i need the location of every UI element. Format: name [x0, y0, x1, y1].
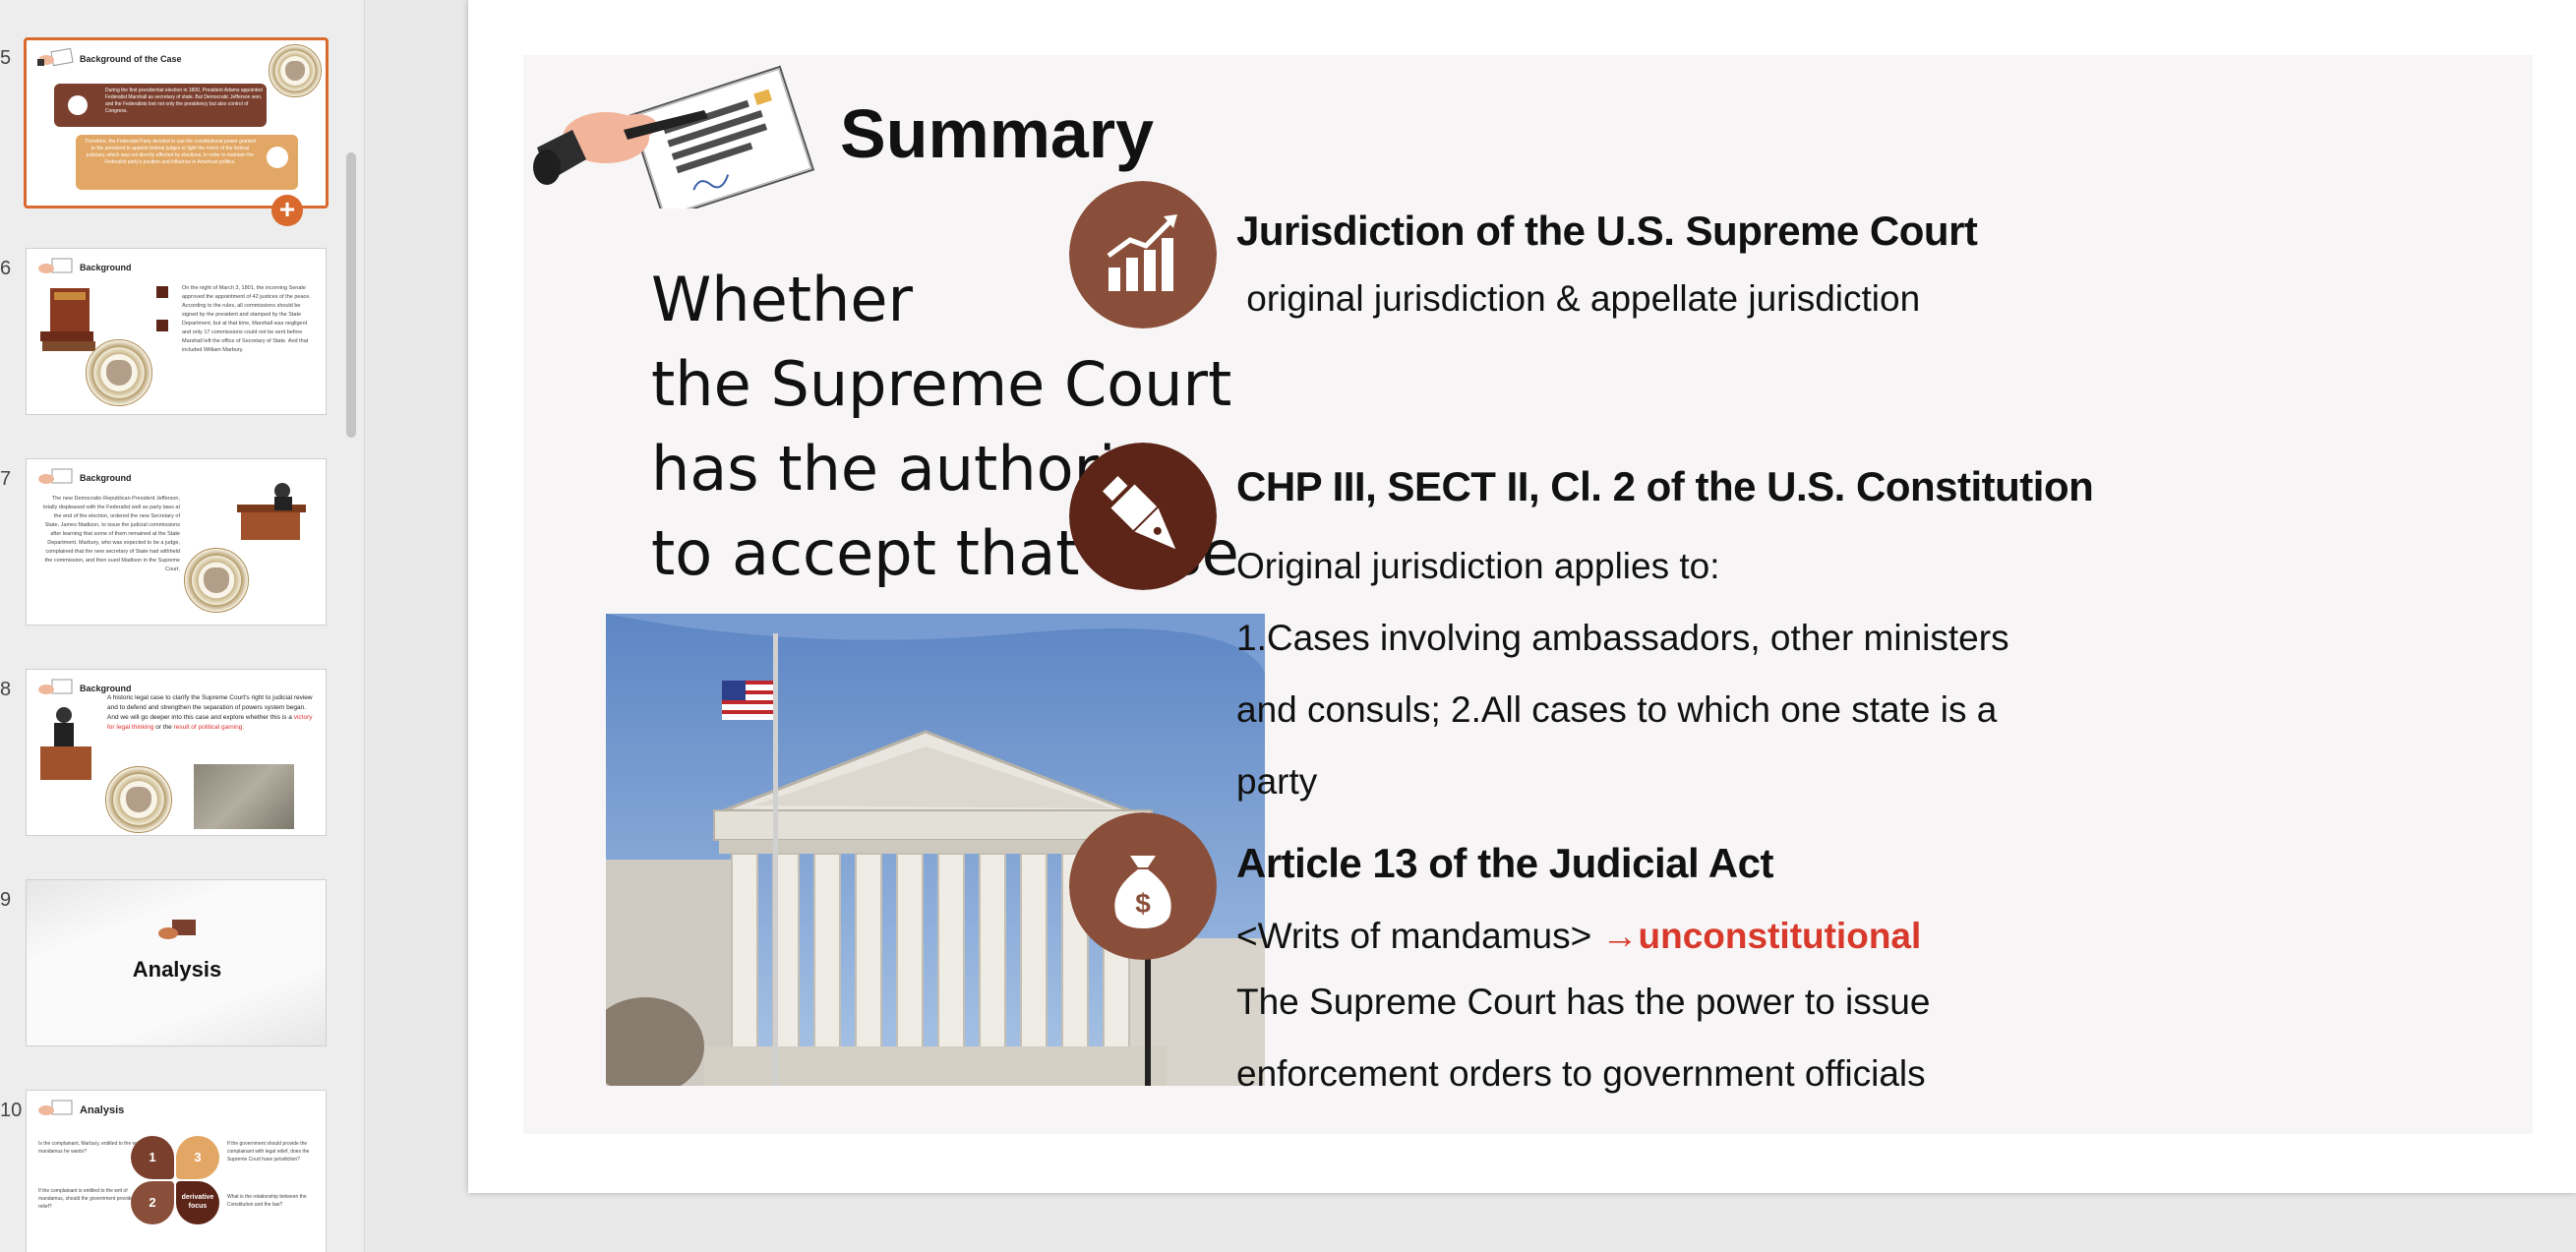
- text-box-orange: Therefore, the Federalist Party decided …: [76, 135, 298, 190]
- slide-number: 6: [0, 258, 12, 279]
- slide-thumbnail-8[interactable]: Background A historic legal case to clar…: [26, 669, 327, 836]
- body-line: 1.Cases involving ambassadors, other min…: [1236, 618, 2009, 658]
- hand-pen-icon: [38, 1100, 73, 1115]
- thumbnail-scrollbar-thumb[interactable]: [346, 152, 356, 438]
- thumbnail-text: And we will go deeper into this case and…: [107, 714, 292, 721]
- slide-number: 10: [0, 1100, 23, 1121]
- analysis-quadrant-3: 3: [176, 1136, 219, 1179]
- slide-title[interactable]: Summary: [840, 94, 1154, 173]
- writs-text: <Writs of mandamus>: [1236, 916, 1602, 956]
- slide-thumbnail-9[interactable]: Analysis: [26, 879, 327, 1046]
- thumbnail-title: Background: [80, 684, 132, 693]
- thumbnail-text: Therefore, the Federalist Party decided …: [85, 139, 256, 165]
- slide-thumbnail-5[interactable]: Background of the Case During the first …: [24, 37, 329, 209]
- seal-image: [105, 766, 172, 833]
- thumbnail-text: What is the relationship between the Con…: [227, 1194, 307, 1208]
- seal-image: [184, 548, 249, 613]
- hand-pen-icon: [38, 468, 73, 484]
- hand-pen-icon: [38, 258, 73, 273]
- thumbnail-text: The new Democratic-Republican President …: [42, 496, 180, 572]
- slide-number: 5: [0, 47, 12, 69]
- svg-text:$: $: [1135, 888, 1151, 919]
- slide-summary[interactable]: Summary Whether the Supreme Court has th…: [523, 55, 2533, 1134]
- slide-thumbnail-panel: 5 Background of the Case During the firs…: [0, 0, 365, 1252]
- slide-thumbnail-6[interactable]: Background On the night of March 3, 1801…: [26, 248, 327, 415]
- seal-image: [269, 44, 322, 97]
- thumbnail-title: Background: [80, 473, 132, 483]
- thumbnail-text-red: result of political gaming.: [173, 724, 245, 731]
- chat-icon: [267, 147, 288, 168]
- thumbnail-title: Background of the Case: [80, 54, 182, 64]
- body-line: Original jurisdiction applies to:: [1236, 546, 1720, 586]
- analysis-quadrant-1: 1: [131, 1136, 174, 1179]
- judicial-act-heading[interactable]: Article 13 of the Judicial Act: [1236, 840, 1773, 887]
- thumbnail-text: or the: [155, 724, 172, 731]
- thumbnail-title: Analysis: [132, 957, 222, 982]
- seal-image: [86, 339, 152, 406]
- unconstitutional-text: →unconstitutional: [1601, 916, 1922, 956]
- plaque-image: [194, 764, 294, 829]
- pen-icon: [1069, 443, 1217, 590]
- add-slide-button[interactable]: +: [271, 195, 303, 226]
- judicial-act-body[interactable]: The Supreme Court has the power to issue…: [1236, 966, 1930, 1109]
- body-line: and consuls; 2.All cases to which one st…: [1236, 689, 1998, 730]
- slide-thumbnail-10[interactable]: Analysis Is the complainant, Marbury, en…: [26, 1090, 327, 1252]
- body-line: The Supreme Court has the power to issue: [1236, 982, 1931, 1022]
- analysis-quadrant-center: derivative focus: [176, 1181, 219, 1224]
- text-box-brown: During the first presidential election i…: [54, 84, 267, 127]
- constitution-body[interactable]: Original jurisdiction applies to: 1.Case…: [1236, 530, 2009, 817]
- thumbnail-text: On the night of March 3, 1801, the incom…: [182, 285, 311, 353]
- thumbnail-text-block: A historic legal case to clarify the Sup…: [107, 693, 314, 733]
- body-line: party: [1236, 761, 1318, 802]
- bullet-marker: [156, 320, 168, 331]
- hand-pen-icon: [38, 679, 73, 694]
- jurisdiction-heading[interactable]: Jurisdiction of the U.S. Supreme Court: [1236, 208, 1978, 255]
- judge-figure-icon: [40, 707, 91, 780]
- thumbnail-text: If the government should provide the com…: [227, 1141, 310, 1163]
- analysis-quadrant-2: 2: [131, 1181, 174, 1224]
- hand-pen-icon: [158, 920, 196, 939]
- question-line: the Supreme Court: [651, 348, 1232, 420]
- hand-signing-document-icon: [533, 65, 815, 209]
- slide-number: 7: [0, 468, 12, 490]
- thumbnail-title: Background: [80, 263, 132, 272]
- document-icon: [68, 95, 88, 115]
- writs-line[interactable]: <Writs of mandamus> →unconstitutional: [1236, 912, 1921, 961]
- constitution-heading[interactable]: CHP III, SECT II, Cl. 2 of the U.S. Cons…: [1236, 463, 2094, 510]
- thumbnail-text: A historic legal case to clarify the Sup…: [107, 694, 313, 711]
- chart-icon: [1069, 181, 1217, 328]
- slide-thumbnail-7[interactable]: Background The new Democratic-Republican…: [26, 458, 327, 626]
- money-bag-icon: $: [1069, 812, 1217, 960]
- jurisdiction-body[interactable]: original jurisdiction & appellate jurisd…: [1236, 274, 1920, 324]
- slide-number: 8: [0, 679, 12, 700]
- thumbnail-text: During the first presidential election i…: [105, 88, 263, 114]
- thumbnail-title: Analysis: [80, 1104, 125, 1116]
- slide-number: 9: [0, 889, 12, 911]
- hand-pen-icon: [37, 48, 74, 67]
- bullet-marker: [156, 286, 168, 298]
- body-line: enforcement orders to government officia…: [1236, 1053, 1926, 1094]
- judge-desk-icon: [237, 483, 306, 540]
